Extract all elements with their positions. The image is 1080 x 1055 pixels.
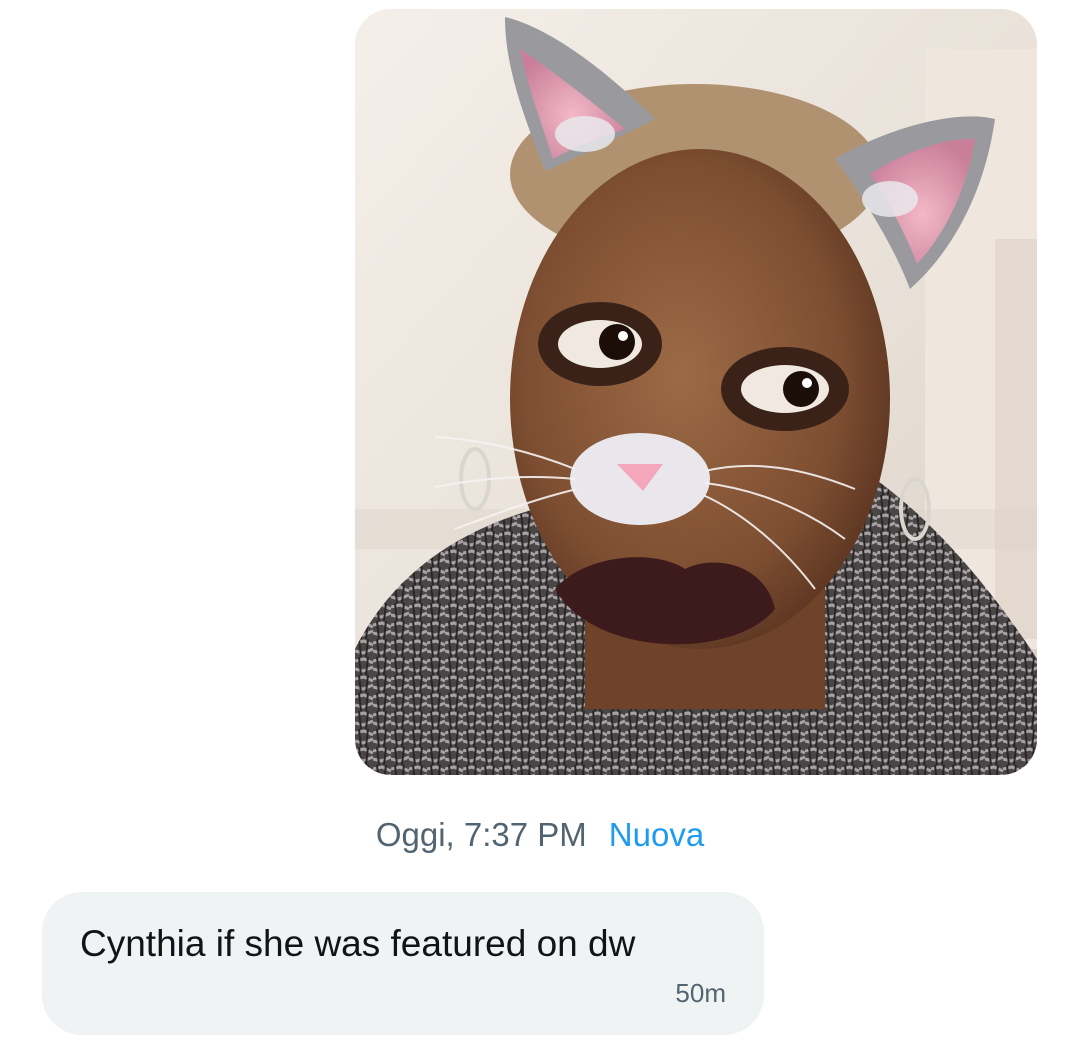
received-message-age: 50m <box>675 978 726 1008</box>
dm-conversation: Oggi, 7:37 PM Nuova Cynthia if she was fe… <box>0 0 1080 1055</box>
received-message-text: Cynthia if she was featured on dw <box>80 923 636 964</box>
message-timestamp: Oggi, 7:37 PM <box>375 816 587 853</box>
message-status: Nuova <box>608 816 705 853</box>
sent-photo <box>355 9 1037 775</box>
received-message-bubble[interactable]: Cynthia if she was featured on dw 50m <box>42 892 764 1035</box>
sent-photo-message[interactable] <box>355 9 1037 775</box>
message-meta: Oggi, 7:37 PM Nuova <box>0 812 1080 858</box>
